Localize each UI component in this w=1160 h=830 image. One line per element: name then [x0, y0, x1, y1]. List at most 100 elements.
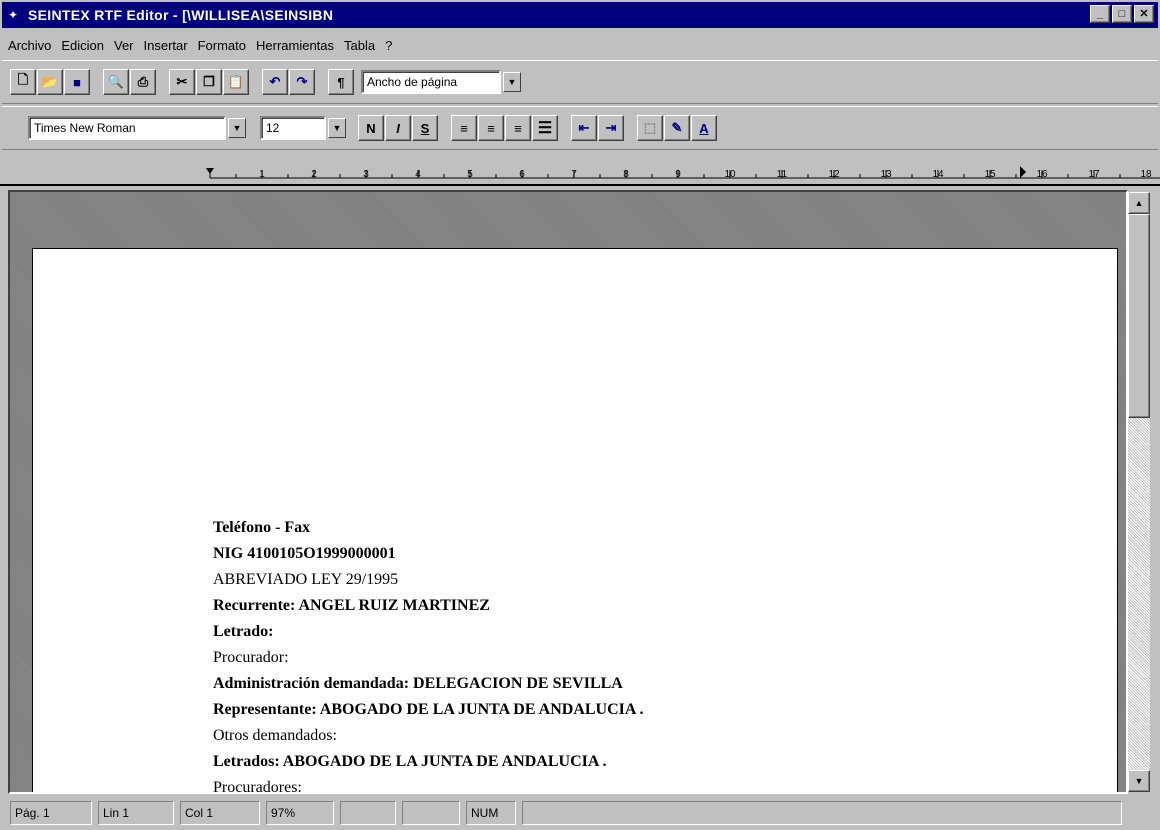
document-page[interactable]: Teléfono - Fax NIG 4100105O1999000001 AB…: [32, 248, 1118, 794]
menu-bar: Archivo Edicion Ver Insertar Formato Her…: [0, 30, 1160, 60]
status-line: Lin 1: [98, 801, 174, 825]
justify-icon: ☰: [537, 120, 553, 137]
ruler-number: 7: [571, 169, 577, 180]
doc-line: Letrado:: [213, 623, 274, 640]
align-center-icon: ≡: [487, 120, 495, 136]
ruler-number: 16: [1036, 169, 1048, 180]
print-button[interactable]: ⎙: [130, 69, 156, 95]
highlight-button[interactable]: ✎: [664, 115, 690, 141]
ruler-number: 11: [777, 169, 788, 180]
size-dropdown-button[interactable]: ▼: [328, 118, 346, 138]
ruler-number: 13: [880, 169, 892, 180]
status-empty-1: [340, 801, 396, 825]
window-controls: _ □ ✕: [1090, 5, 1154, 23]
menu-ver[interactable]: Ver: [114, 38, 134, 53]
show-formatting-button[interactable]: ¶: [328, 69, 354, 95]
open-button[interactable]: 📂: [37, 69, 63, 95]
font-dropdown-button[interactable]: ▼: [228, 118, 246, 138]
copy-icon: ❐: [203, 74, 215, 89]
menu-herramientas[interactable]: Herramientas: [256, 38, 334, 53]
ruler-number: 4: [415, 169, 421, 180]
scroll-up-button[interactable]: ▲: [1128, 192, 1150, 214]
redo-button[interactable]: ↷: [289, 69, 315, 95]
align-right-icon: ≡: [514, 120, 522, 136]
vertical-scrollbar[interactable]: ▲ ▼: [1128, 192, 1150, 792]
menu-help[interactable]: ?: [385, 38, 392, 53]
chevron-down-icon: ▼: [332, 123, 342, 133]
ruler-number: 9: [675, 169, 681, 180]
app-icon: ✦: [8, 8, 19, 22]
close-button[interactable]: ✕: [1134, 5, 1154, 23]
ruler-number: 18: [1140, 169, 1152, 180]
menu-edicion[interactable]: Edicion: [61, 38, 104, 53]
align-center-button[interactable]: ≡: [478, 115, 504, 141]
scroll-down-button[interactable]: ▼: [1128, 770, 1150, 792]
print-preview-button[interactable]: 🔍: [103, 69, 129, 95]
cut-button[interactable]: ✂: [169, 69, 195, 95]
size-field[interactable]: 12: [260, 116, 326, 140]
ruler[interactable]: 1 2 3 4 5 6 7 8 9 10 11 12 13 14 15 16 17 18: [0, 152, 1160, 186]
editor-window: ✦ SEINTEX RTF Editor - [\WILLISEA\SEINSI…: [0, 0, 1160, 830]
document-area[interactable]: Teléfono - Fax NIG 4100105O1999000001 AB…: [8, 190, 1128, 794]
document-text[interactable]: Teléfono - Fax NIG 4100105O1999000001 AB…: [213, 515, 644, 794]
align-left-button[interactable]: ≡: [451, 115, 477, 141]
save-icon: ■: [73, 74, 81, 90]
new-document-icon: 🗋: [17, 72, 29, 87]
ruler-number: 10: [724, 169, 736, 180]
new-document-button[interactable]: 🗋: [10, 69, 36, 95]
scissors-icon: ✂: [176, 74, 188, 89]
scroll-thumb[interactable]: [1128, 214, 1150, 418]
menu-archivo[interactable]: Archivo: [8, 38, 51, 53]
justify-button[interactable]: ☰: [532, 115, 558, 141]
status-column: Col 1: [180, 801, 260, 825]
redo-icon: ↷: [296, 74, 308, 89]
italic-button[interactable]: I: [385, 115, 411, 141]
decrease-indent-button[interactable]: ⇤: [571, 115, 597, 141]
undo-button[interactable]: ↶: [262, 69, 288, 95]
doc-line: Teléfono - Fax: [213, 519, 311, 536]
open-folder-icon: 📂: [41, 74, 59, 89]
maximize-button[interactable]: □: [1112, 5, 1132, 23]
zoom-dropdown-button[interactable]: ▼: [503, 72, 521, 92]
ruler-number: 6: [519, 169, 525, 180]
zoom-field[interactable]: Ancho de página: [361, 70, 501, 94]
font-color-button[interactable]: A: [691, 115, 717, 141]
doc-line: Representante: ABOGADO DE LA JUNTA DE AN…: [213, 701, 644, 718]
ruler-number: 1: [259, 169, 265, 180]
title-bar: ✦ SEINTEX RTF Editor - [\WILLISEA\SEINSI…: [2, 2, 1158, 28]
chevron-down-icon: ▼: [232, 123, 242, 133]
highlighter-icon: ✎: [671, 120, 683, 135]
doc-line: Procuradores:: [213, 779, 302, 794]
borders-button[interactable]: ⬚: [637, 115, 663, 141]
ruler-number: 17: [1088, 169, 1100, 180]
paste-icon: 📋: [227, 74, 245, 89]
save-button[interactable]: ■: [64, 69, 90, 95]
font-combo[interactable]: Times New Roman ▼: [28, 116, 246, 140]
menu-insertar[interactable]: Insertar: [144, 38, 188, 53]
font-field[interactable]: Times New Roman: [28, 116, 226, 140]
paste-button[interactable]: 📋: [223, 69, 249, 95]
window-title: SEINTEX RTF Editor - [\WILLISEA\SEINSIBN: [28, 7, 334, 23]
ruler-number: 14: [932, 169, 944, 180]
arrow-down-icon: ▼: [1134, 776, 1144, 786]
ruler-number: 5: [467, 169, 473, 180]
size-combo[interactable]: 12 ▼: [260, 116, 346, 140]
ruler-number: 2: [311, 169, 317, 180]
copy-button[interactable]: ❐: [196, 69, 222, 95]
doc-line: Administración demandada: DELEGACION DE …: [213, 675, 623, 692]
align-right-button[interactable]: ≡: [505, 115, 531, 141]
status-num: NUM: [466, 801, 516, 825]
doc-line: Procurador:: [213, 649, 289, 666]
zoom-combo[interactable]: Ancho de página ▼: [361, 70, 521, 94]
menu-tabla[interactable]: Tabla: [344, 38, 375, 53]
underline-button[interactable]: S: [412, 115, 438, 141]
menu-formato[interactable]: Formato: [198, 38, 246, 53]
undo-icon: ↶: [269, 74, 281, 89]
pilcrow-icon: ¶: [337, 74, 345, 90]
bold-button[interactable]: N: [358, 115, 384, 141]
minimize-button[interactable]: _: [1090, 5, 1110, 23]
doc-line: Letrados: ABOGADO DE LA JUNTA DE ANDALUC…: [213, 753, 607, 770]
increase-indent-button[interactable]: ⇥: [598, 115, 624, 141]
doc-line: Otros demandados:: [213, 727, 337, 744]
doc-line: ABREVIADO LEY 29/1995: [213, 571, 399, 588]
